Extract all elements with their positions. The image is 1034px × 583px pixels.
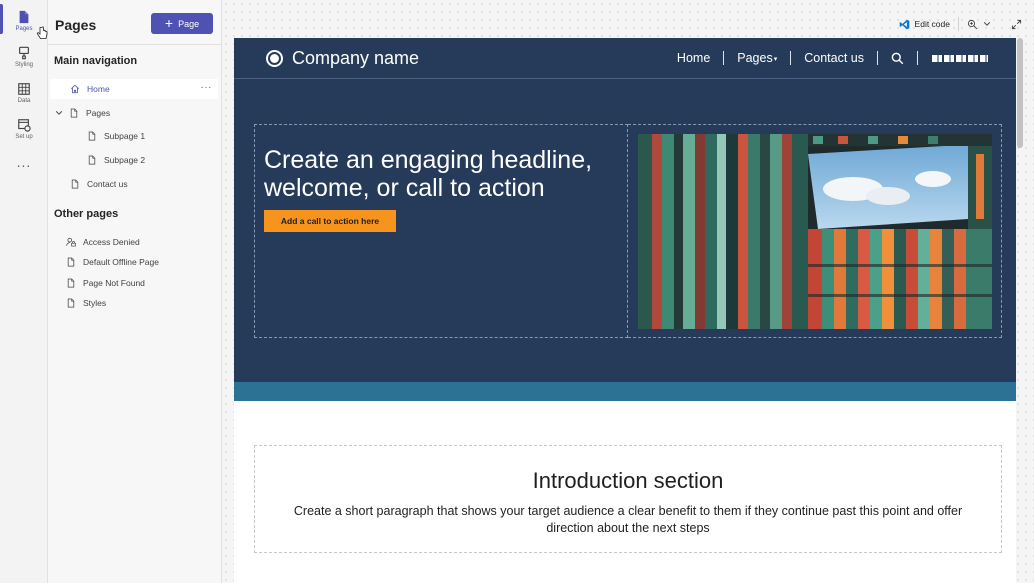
menu-pages[interactable]: Pages▾ [724,51,790,65]
colorful-building-image [638,134,992,329]
nav-item-subpage-2[interactable]: Subpage 2 [50,150,218,170]
rail-item-styling[interactable]: Styling [0,40,48,74]
intro-title[interactable]: Introduction section [255,468,1001,494]
nav-item-label: Subpage 2 [104,155,146,165]
site-menu: Home Pages▾ Contact us [664,38,988,78]
intro-paragraph[interactable]: Create a short paragraph that shows your… [279,503,977,537]
hero-headline[interactable]: Create an engaging headline, welcome, or… [264,146,614,202]
hero-image-column[interactable] [628,124,1002,338]
home-icon [70,84,80,94]
menu-pages-label: Pages [737,51,773,65]
company-name[interactable]: Company name [292,48,419,69]
nav-item-label: Pages [86,108,111,118]
nav-item-subpage-1[interactable]: Subpage 1 [50,126,218,146]
search-icon [891,52,904,64]
hand-cursor-icon [36,26,48,39]
rail-item-data[interactable]: Data [0,76,48,110]
other-page-access-denied[interactable]: Access Denied [50,232,218,252]
page-icon [67,278,75,288]
rail-item-setup[interactable]: Set up [0,112,48,146]
nav-item-label: Contact us [87,179,128,189]
menu-separator [877,51,878,65]
other-page-styles[interactable]: Styles [50,293,218,313]
menu-home[interactable]: Home [664,51,723,65]
add-page-button[interactable]: + Page [151,13,213,34]
zoom-icon [967,19,978,29]
hero-text-column[interactable]: Create an engaging headline, welcome, or… [254,124,628,338]
expand-icon [1011,19,1022,29]
nav-item-home[interactable]: Home ··· [50,79,218,99]
menu-separator [790,51,792,65]
nav-item-label: Subpage 1 [104,131,146,141]
page-icon [71,179,79,189]
hero-section: Create an engaging headline, welcome, or… [234,79,1016,382]
other-page-default-offline[interactable]: Default Offline Page [50,252,218,272]
main-navigation-heading: Main navigation [54,55,138,67]
table-icon [18,83,30,95]
site-preview: Company name Home Pages▾ Contact us Crea… [234,38,1016,583]
other-page-not-found[interactable]: Page Not Found [50,273,218,293]
other-page-label: Styles [83,298,107,308]
zoom-dropdown[interactable] [967,14,991,34]
nav-item-contact-us[interactable]: Contact us [50,174,218,194]
page-icon [19,10,29,24]
other-page-label: Page Not Found [83,278,145,288]
preview-scrollbar[interactable] [1017,38,1023,148]
company-logo-icon[interactable] [266,50,283,67]
user-lock-icon [66,237,76,247]
more-options-icon[interactable]: ··· [201,82,213,93]
expand-button[interactable] [1011,14,1022,34]
caret-down-icon: ▾ [773,55,778,63]
vscode-icon [899,19,909,29]
chevron-down-icon [983,22,991,26]
rail-label: Data [17,98,31,104]
pages-panel: Pages + Page Main navigation Home ··· Pa… [48,0,222,583]
signin-link-blurred[interactable] [932,54,988,62]
site-header: Company name Home Pages▾ Contact us [234,38,1016,79]
hero-image[interactable] [638,134,992,329]
nav-item-label: Home [87,84,110,94]
page-icon [67,298,75,308]
paintbrush-icon [19,46,29,60]
page-icon [70,108,78,118]
page-icon [88,131,96,141]
accent-band [234,382,1016,401]
panel-divider [48,44,222,45]
plus-icon: + [164,15,174,31]
menu-contact-us[interactable]: Contact us [791,51,877,65]
introduction-section[interactable]: Introduction section Create a short para… [254,445,1002,553]
edit-code-label: Edit code [914,19,950,29]
site-search-button[interactable] [878,52,917,65]
page-icon [88,155,96,165]
canvas-toolbar: Edit code [899,14,1022,34]
menu-separator [917,51,918,65]
app-rail: Pages Styling Data Set up ... [0,0,48,583]
add-page-label: Page [178,18,200,29]
panel-title: Pages [55,17,97,33]
edit-code-button[interactable]: Edit code [899,14,950,34]
more-icon[interactable]: ... [0,154,48,170]
rail-label: Set up [15,134,33,140]
other-page-label: Access Denied [83,237,140,247]
rail-label: Styling [14,62,33,68]
menu-separator [723,51,725,65]
chevron-down-icon[interactable] [55,109,63,117]
toolbar-separator [958,17,959,31]
setup-icon [18,119,31,132]
page-icon [67,257,75,267]
call-to-action-button[interactable]: Add a call to action here [264,210,396,232]
other-pages-heading: Other pages [54,208,119,220]
other-page-label: Default Offline Page [83,257,159,267]
nav-item-pages[interactable]: Pages [50,103,218,123]
rail-label: Pages [15,26,33,32]
